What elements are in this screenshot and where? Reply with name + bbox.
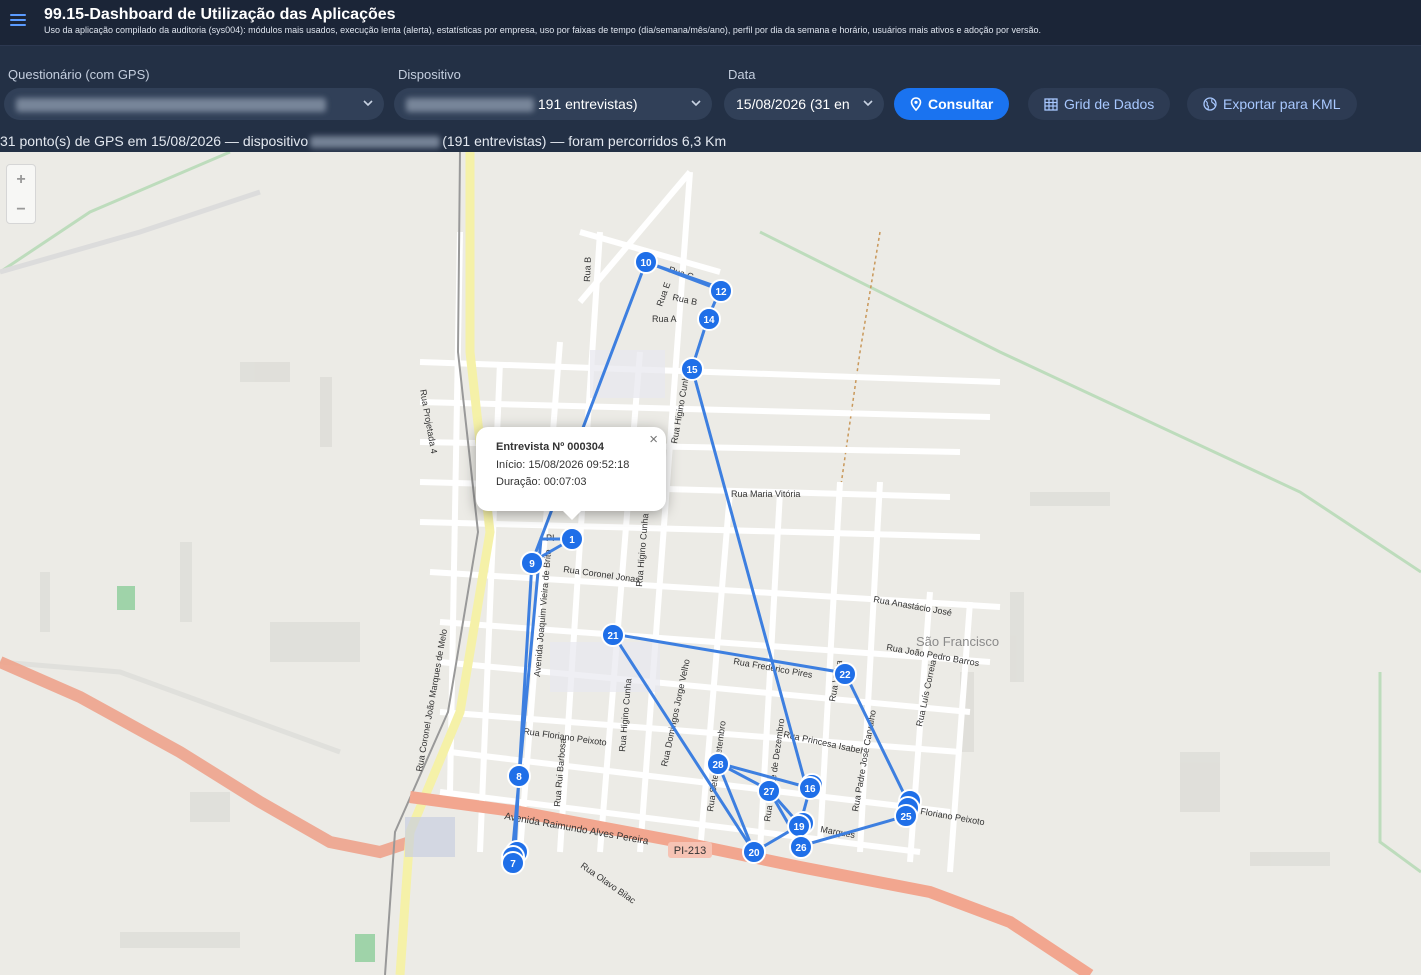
gps-marker-21[interactable]: 21 xyxy=(601,623,625,647)
svg-text:Rua Luís Correia: Rua Luís Correia xyxy=(914,659,938,728)
svg-text:12: 12 xyxy=(715,287,727,298)
data-label: Data xyxy=(728,67,756,82)
gps-marker-26[interactable]: 26 xyxy=(789,835,813,859)
zoom-out-button[interactable]: − xyxy=(7,195,35,225)
globe-icon xyxy=(1203,97,1217,111)
svg-text:Rua E: Rua E xyxy=(654,281,672,308)
svg-text:Rua B: Rua B xyxy=(582,257,593,282)
interview-popup: × Entrevista Nº 000304 Início: 15/08/202… xyxy=(476,427,666,520)
popup-title: Entrevista Nº 000304 xyxy=(496,441,604,453)
svg-text:Rua Anastácio José: Rua Anastácio José xyxy=(873,594,953,618)
consultar-label: Consultar xyxy=(928,96,994,112)
svg-text:Rua B: Rua B xyxy=(672,292,699,307)
svg-text:19: 19 xyxy=(793,822,805,833)
page-subtitle: Uso da aplicação compilado da auditoria … xyxy=(44,25,1042,35)
close-icon[interactable]: × xyxy=(649,431,658,448)
grid-de-dados-button[interactable]: Grid de Dados xyxy=(1028,88,1171,120)
questionario-label: Questionário (com GPS) xyxy=(8,67,150,82)
data-select[interactable]: 15/08/2026 (31 en xyxy=(724,88,884,120)
redacted-value xyxy=(406,98,534,113)
exportar-kml-button[interactable]: Exportar para KML xyxy=(1187,88,1357,120)
svg-text:26: 26 xyxy=(795,843,807,854)
grid-de-dados-label: Grid de Dados xyxy=(1064,96,1155,112)
filter-toolbar: Questionário (com GPS) Dispositivo 191 e… xyxy=(0,46,1421,152)
status-part2: (191 entrevistas) — foram percorridos 6,… xyxy=(442,133,727,149)
exportar-kml-label: Exportar para KML xyxy=(1223,96,1341,112)
questionario-select[interactable] xyxy=(4,88,384,120)
svg-text:7: 7 xyxy=(510,859,516,870)
gps-marker-9[interactable]: 9 xyxy=(520,551,544,575)
gps-marker-27[interactable]: 27 xyxy=(757,779,781,803)
data-value: 15/08/2026 (31 en xyxy=(736,96,850,112)
svg-text:15: 15 xyxy=(686,365,698,376)
svg-text:Rua Maria Vitória: Rua Maria Vitória xyxy=(731,489,800,499)
svg-text:21: 21 xyxy=(607,631,619,642)
district-label: São Francisco xyxy=(916,634,999,649)
gps-marker-16[interactable]: 16 xyxy=(798,776,822,800)
gps-marker-12[interactable]: 12 xyxy=(709,279,733,303)
chevron-down-icon xyxy=(691,100,701,107)
redacted-value xyxy=(16,98,326,113)
svg-text:27: 27 xyxy=(763,787,775,798)
map-pin-icon xyxy=(910,97,922,112)
road-shield-pi213: PI-213 xyxy=(674,845,706,857)
popup-tip xyxy=(562,510,582,520)
app-header: 99.15-Dashboard de Utilização das Aplica… xyxy=(0,0,1421,46)
dispositivo-label: Dispositivo xyxy=(398,67,461,82)
gps-marker-22[interactable]: 22 xyxy=(833,662,857,686)
svg-text:20: 20 xyxy=(748,848,760,859)
gps-marker-20[interactable]: 20 xyxy=(742,840,766,864)
popup-inicio: Início: 15/08/2026 09:52:18 xyxy=(496,459,630,471)
svg-text:Rua Higino Cunha: Rua Higino Cunha xyxy=(634,513,650,587)
map-view[interactable]: PI-213 Rua B Rua C Rua E Rua B Rua A Rua… xyxy=(0,152,1421,975)
svg-text:10: 10 xyxy=(640,258,652,269)
gps-marker-7[interactable]: 7 xyxy=(501,851,525,875)
gps-marker-28[interactable]: 28 xyxy=(706,752,730,776)
hamburger-menu-icon[interactable] xyxy=(10,14,26,26)
gps-marker-15[interactable]: 15 xyxy=(680,357,704,381)
gps-marker-8[interactable]: 8 xyxy=(507,764,531,788)
svg-text:28: 28 xyxy=(712,760,724,771)
svg-text:Rua Olavo Bilac: Rua Olavo Bilac xyxy=(579,860,638,905)
table-grid-icon xyxy=(1044,98,1058,111)
svg-text:8: 8 xyxy=(516,772,522,783)
consultar-button[interactable]: Consultar xyxy=(894,88,1010,120)
svg-text:16: 16 xyxy=(804,784,816,795)
gps-marker-25[interactable]: 25 xyxy=(894,804,918,828)
dispositivo-select[interactable]: 191 entrevistas) xyxy=(394,88,712,120)
gps-summary-text: 31 ponto(s) de GPS em 15/08/2026 — dispo… xyxy=(0,133,726,149)
gps-marker-1[interactable]: 1 xyxy=(560,527,584,551)
svg-text:9: 9 xyxy=(529,559,535,570)
svg-text:25: 25 xyxy=(900,812,912,823)
chevron-down-icon xyxy=(863,100,873,107)
svg-text:14: 14 xyxy=(703,315,715,326)
map-canvas: PI-213 Rua B Rua C Rua E Rua B Rua A Rua… xyxy=(0,152,1421,975)
zoom-control: + − xyxy=(6,164,36,224)
gps-marker-14[interactable]: 14 xyxy=(697,307,721,331)
redacted-device xyxy=(310,136,441,149)
gps-marker-10[interactable]: 10 xyxy=(634,250,658,274)
svg-text:Rua A: Rua A xyxy=(652,314,677,324)
svg-text:1: 1 xyxy=(569,535,575,546)
svg-text:22: 22 xyxy=(839,670,851,681)
page-title: 99.15-Dashboard de Utilização das Aplica… xyxy=(44,6,396,23)
popup-duracao: Duração: 00:07:03 xyxy=(496,476,587,488)
status-part1: 31 ponto(s) de GPS em 15/08/2026 — dispo… xyxy=(0,133,309,149)
dispositivo-value: 191 entrevistas) xyxy=(537,96,638,112)
gps-marker-19[interactable]: 19 xyxy=(787,814,811,838)
chevron-down-icon xyxy=(363,100,373,107)
zoom-in-button[interactable]: + xyxy=(7,165,35,195)
